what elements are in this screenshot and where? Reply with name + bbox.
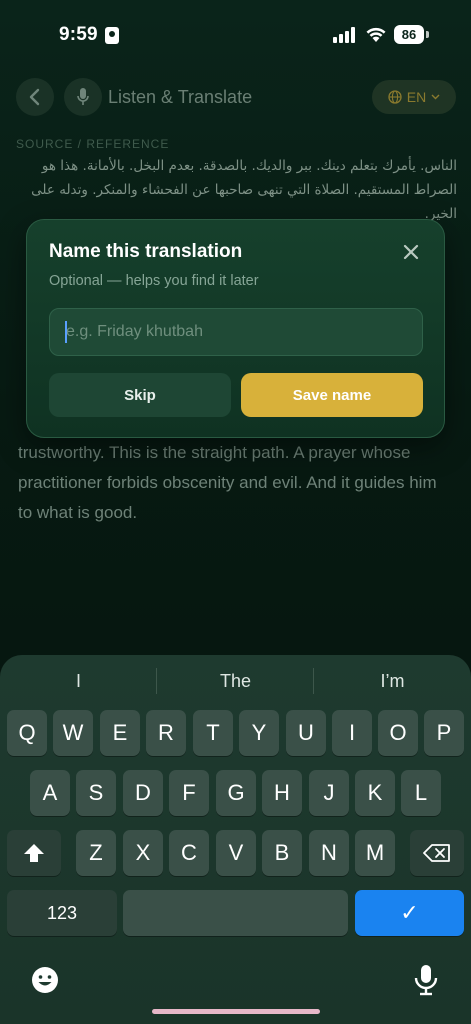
suggestion-item[interactable]: The bbox=[157, 671, 314, 692]
translation-text: trustworthy. This is the straight path. … bbox=[18, 443, 437, 522]
suggestion-bar: I The I’m bbox=[0, 655, 471, 707]
suggestion-item[interactable]: I bbox=[0, 671, 157, 692]
globe-icon bbox=[388, 90, 402, 104]
section-label: SOURCE / REFERENCE bbox=[16, 137, 170, 151]
key-y[interactable]: Y bbox=[239, 710, 279, 756]
screen: 9:59 86 Listen & Translate EN SOURCE / R… bbox=[0, 0, 471, 1024]
text-caret bbox=[65, 321, 67, 343]
return-key[interactable]: ✓ bbox=[355, 890, 464, 936]
key-l[interactable]: L bbox=[401, 770, 441, 816]
key-a[interactable]: A bbox=[30, 770, 70, 816]
skip-button[interactable]: Skip bbox=[49, 373, 231, 417]
close-icon bbox=[403, 244, 419, 260]
key-q[interactable]: Q bbox=[7, 710, 47, 756]
translation-name-input[interactable] bbox=[49, 308, 423, 356]
emoji-button[interactable] bbox=[30, 965, 60, 995]
key-c[interactable]: C bbox=[169, 830, 209, 876]
key-v[interactable]: V bbox=[216, 830, 256, 876]
key-z[interactable]: Z bbox=[76, 830, 116, 876]
save-name-button[interactable]: Save name bbox=[241, 373, 423, 417]
key-k[interactable]: K bbox=[355, 770, 395, 816]
key-j[interactable]: J bbox=[309, 770, 349, 816]
key-g[interactable]: G bbox=[216, 770, 256, 816]
key-h[interactable]: H bbox=[262, 770, 302, 816]
language-code: EN bbox=[406, 89, 427, 105]
dialog-title: Name this translation bbox=[49, 241, 243, 262]
shift-key[interactable] bbox=[7, 830, 61, 876]
home-indicator bbox=[152, 1009, 320, 1014]
dialog-subtitle: Optional — helps you find it later bbox=[49, 273, 259, 289]
key-r[interactable]: R bbox=[146, 710, 186, 756]
key-d[interactable]: D bbox=[123, 770, 163, 816]
microphone-icon bbox=[77, 88, 89, 105]
keyboard: I The I’m Q W E R T Y U I O P A S D F G … bbox=[0, 655, 471, 1024]
chevron-left-icon bbox=[29, 88, 40, 106]
suggestion-item[interactable]: I’m bbox=[314, 671, 471, 692]
microphone-button[interactable] bbox=[64, 78, 102, 116]
space-bar[interactable] bbox=[123, 890, 348, 936]
key-x[interactable]: X bbox=[123, 830, 163, 876]
numbers-key[interactable]: 123 bbox=[7, 890, 117, 936]
microphone-icon bbox=[414, 965, 438, 996]
page-title: Listen & Translate bbox=[108, 87, 253, 107]
key-t[interactable]: T bbox=[193, 710, 233, 756]
close-button[interactable] bbox=[400, 241, 422, 263]
shift-icon bbox=[24, 844, 44, 862]
key-i[interactable]: I bbox=[332, 710, 372, 756]
key-s[interactable]: S bbox=[76, 770, 116, 816]
key-n[interactable]: N bbox=[309, 830, 349, 876]
key-p[interactable]: P bbox=[424, 710, 464, 756]
key-f[interactable]: F bbox=[169, 770, 209, 816]
key-o[interactable]: O bbox=[378, 710, 418, 756]
back-button[interactable] bbox=[16, 78, 54, 116]
dictation-button[interactable] bbox=[411, 963, 441, 997]
chevron-down-icon bbox=[431, 94, 440, 100]
key-m[interactable]: M bbox=[355, 830, 395, 876]
key-e[interactable]: E bbox=[100, 710, 140, 756]
key-u[interactable]: U bbox=[286, 710, 326, 756]
key-b[interactable]: B bbox=[262, 830, 302, 876]
backspace-key[interactable] bbox=[410, 830, 464, 876]
source-arabic-text: الناس. يأمرك بتعلم دينك. ببر والديك. بال… bbox=[31, 158, 457, 222]
language-selector[interactable]: EN bbox=[372, 80, 456, 114]
top-bar: Listen & Translate EN bbox=[0, 78, 471, 118]
emoji-icon bbox=[32, 967, 58, 993]
name-translation-dialog: Name this translation Optional — helps y… bbox=[26, 219, 445, 438]
key-w[interactable]: W bbox=[53, 710, 93, 756]
backspace-icon bbox=[423, 844, 450, 862]
